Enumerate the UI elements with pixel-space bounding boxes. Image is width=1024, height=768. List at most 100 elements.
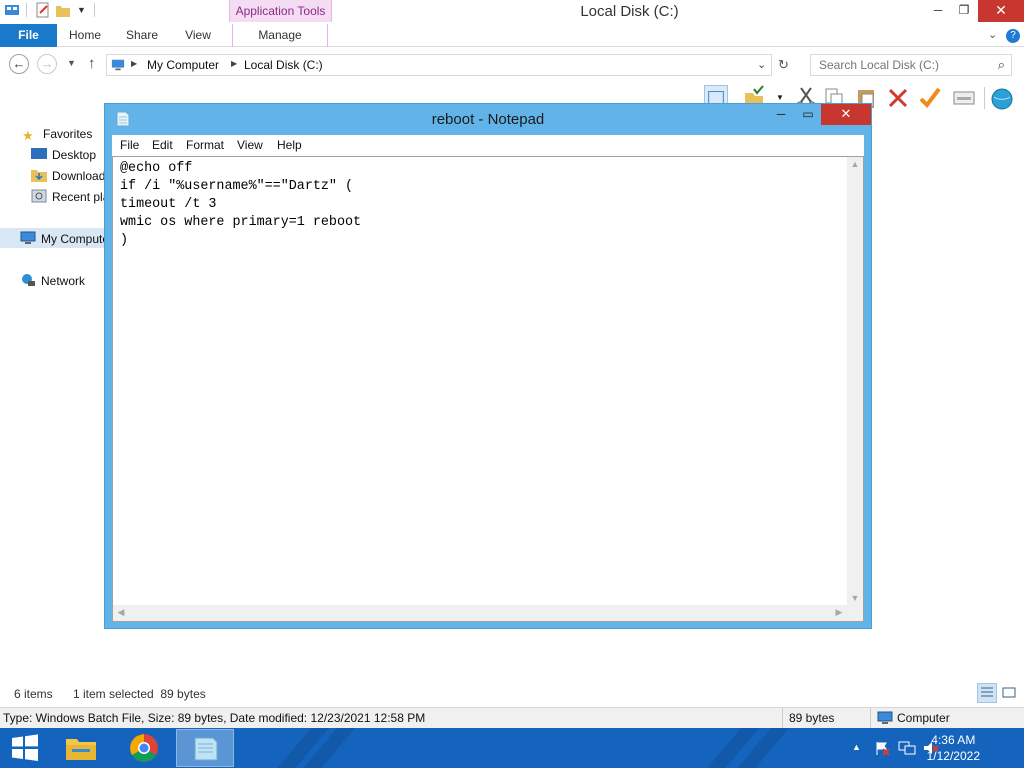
clock-time: 4:36 AM [931, 733, 976, 747]
details-info-bar: Type: Windows Batch File, Size: 89 bytes… [0, 707, 1024, 728]
taskbar-chrome[interactable] [115, 729, 173, 767]
start-button[interactable] [0, 729, 50, 767]
notepad-close-button[interactable]: ✕ [821, 104, 871, 125]
minimize-button[interactable]: ─ [924, 0, 952, 22]
notepad-edit-area[interactable]: @echo off if /i "%username%"=="Dartz" ( … [112, 156, 864, 622]
taskbar: ▲ 4:36 AM 1/12/2022 [0, 728, 1024, 768]
network-tray-icon[interactable] [898, 740, 916, 756]
notepad-maximize-button[interactable]: ▭ [794, 106, 822, 124]
notepad-title-bar[interactable]: reboot - Notepad ─ ▭ ✕ [105, 104, 871, 135]
file-size-text: 89 bytes [789, 711, 835, 725]
select-dropdown-icon[interactable]: ▼ [776, 93, 784, 102]
nav-item-my-computer[interactable]: My Computer [20, 230, 110, 248]
notepad-icon [194, 737, 218, 761]
delete-icon[interactable] [886, 85, 910, 111]
navigation-pane: ★ Favorites Desktop Downloads Recent plac… [0, 118, 110, 678]
large-icons-view-button[interactable] [999, 683, 1019, 703]
file-explorer-icon [66, 739, 96, 760]
large-icons-view-icon [1002, 687, 1016, 698]
tab-share[interactable]: Share [120, 24, 164, 47]
rename-check-icon[interactable] [918, 85, 942, 111]
explorer-title-bar: ▼ Application Tools Local Disk (C:) ─ ❐ … [0, 0, 1024, 24]
breadcrumb-my-computer[interactable]: My Computer [147, 58, 219, 72]
menu-edit[interactable]: Edit [152, 138, 173, 152]
breadcrumb-separator-icon[interactable]: ▶ [231, 59, 237, 68]
desktop-icon [31, 148, 47, 159]
vertical-scrollbar[interactable]: ▲ ▼ [847, 157, 863, 605]
network-icon [22, 274, 35, 286]
refresh-icon[interactable]: ↻ [778, 57, 789, 73]
breadcrumb-separator-icon[interactable]: ▶ [131, 59, 137, 68]
search-input[interactable] [811, 55, 981, 75]
menu-help[interactable]: Help [277, 138, 302, 152]
notepad-window-title: reboot - Notepad [431, 111, 545, 128]
computer-small-icon [111, 59, 125, 71]
nav-item-favorites[interactable]: ★ Favorites [22, 125, 92, 143]
up-arrow-icon[interactable]: ↑ [88, 55, 96, 72]
recent-locations-chevron-icon[interactable]: ▼ [67, 58, 76, 68]
properties-box-icon[interactable] [952, 85, 976, 111]
details-view-button[interactable] [977, 683, 997, 703]
downloads-folder-icon [31, 170, 47, 182]
taskbar-clock[interactable]: 4:36 AM 1/12/2022 [927, 732, 980, 764]
restore-button[interactable]: ❐ [950, 0, 978, 22]
help-icon[interactable]: ? [1006, 29, 1020, 43]
nav-item-recent-places[interactable]: Recent places [31, 188, 110, 206]
menu-format[interactable]: Format [186, 138, 224, 152]
nav-item-desktop[interactable]: Desktop [31, 146, 96, 164]
show-hidden-icons-icon[interactable]: ▲ [852, 742, 861, 752]
ribbon-tab-bar: File Home Share View Manage ⌄ ? [0, 24, 1024, 47]
explorer-window-title: Local Disk (C:) [580, 3, 679, 20]
star-icon: ★ [22, 128, 34, 143]
forward-button[interactable]: → [37, 54, 57, 74]
taskbar-notepad[interactable] [176, 729, 234, 767]
tab-file[interactable]: File [0, 24, 57, 47]
recent-places-icon [31, 189, 47, 203]
notepad-menu-bar: File Edit Format View Help [112, 135, 864, 156]
breadcrumb-local-disk[interactable]: Local Disk (C:) [244, 58, 323, 72]
notepad-window: reboot - Notepad ─ ▭ ✕ File Edit Format … [104, 103, 872, 629]
details-view-icon [981, 687, 993, 697]
notepad-minimize-button[interactable]: ─ [767, 106, 795, 124]
nav-label: My Computer [41, 232, 110, 246]
menu-view[interactable]: View [237, 138, 263, 152]
scroll-right-arrow-icon[interactable]: ▶ [831, 607, 847, 618]
notepad-text-content[interactable]: @echo off if /i "%username%"=="Dartz" ( … [120, 160, 361, 250]
computer-icon [20, 231, 36, 244]
scrollbar-corner [847, 605, 863, 621]
taskbar-file-explorer[interactable] [52, 729, 110, 767]
nav-label: Favorites [43, 127, 93, 141]
selection-info: 1 item selected 89 bytes [73, 687, 206, 701]
windows-logo-icon [12, 734, 38, 761]
tab-home[interactable]: Home [62, 24, 108, 47]
explorer-status-bar: 6 items 1 item selected 89 bytes [0, 684, 1024, 704]
ribbon-expand-chevron-icon[interactable]: ⌄ [988, 28, 997, 41]
computer-zone-icon [877, 711, 893, 724]
scroll-up-arrow-icon[interactable]: ▲ [847, 159, 863, 169]
address-bar[interactable]: ▶ My Computer ▶ Local Disk (C:) ⌄ [106, 54, 772, 76]
tab-view[interactable]: View [176, 24, 220, 47]
address-row: ← → ▼ ↑ ▶ My Computer ▶ Local Disk (C:) … [0, 50, 1024, 80]
nav-label: Network [41, 274, 86, 288]
nav-label: Downloads [52, 169, 110, 183]
tab-manage[interactable]: Manage [232, 24, 328, 47]
horizontal-scrollbar[interactable]: ◀ ▶ [113, 605, 847, 621]
nav-item-network[interactable]: Network [20, 272, 85, 290]
file-details-text: Type: Windows Batch File, Size: 89 bytes… [3, 711, 426, 725]
search-box[interactable]: ⌕ [810, 54, 1012, 76]
search-icon[interactable]: ⌕ [998, 57, 1005, 73]
globe-icon[interactable] [990, 85, 1014, 111]
item-count: 6 items [14, 687, 53, 701]
back-button[interactable]: ← [9, 54, 29, 74]
close-button[interactable]: ✕ [978, 0, 1024, 22]
address-dropdown-icon[interactable]: ⌄ [757, 58, 766, 71]
scroll-left-arrow-icon[interactable]: ◀ [113, 607, 129, 618]
action-center-flag-icon[interactable] [874, 740, 890, 756]
zone-label: Computer [897, 711, 950, 725]
chrome-icon [130, 734, 158, 762]
clock-date: 1/12/2022 [926, 749, 980, 763]
nav-item-downloads[interactable]: Downloads [31, 167, 110, 185]
scroll-down-arrow-icon[interactable]: ▼ [847, 593, 863, 603]
menu-file[interactable]: File [120, 138, 139, 152]
nav-label: Recent places [52, 190, 110, 204]
